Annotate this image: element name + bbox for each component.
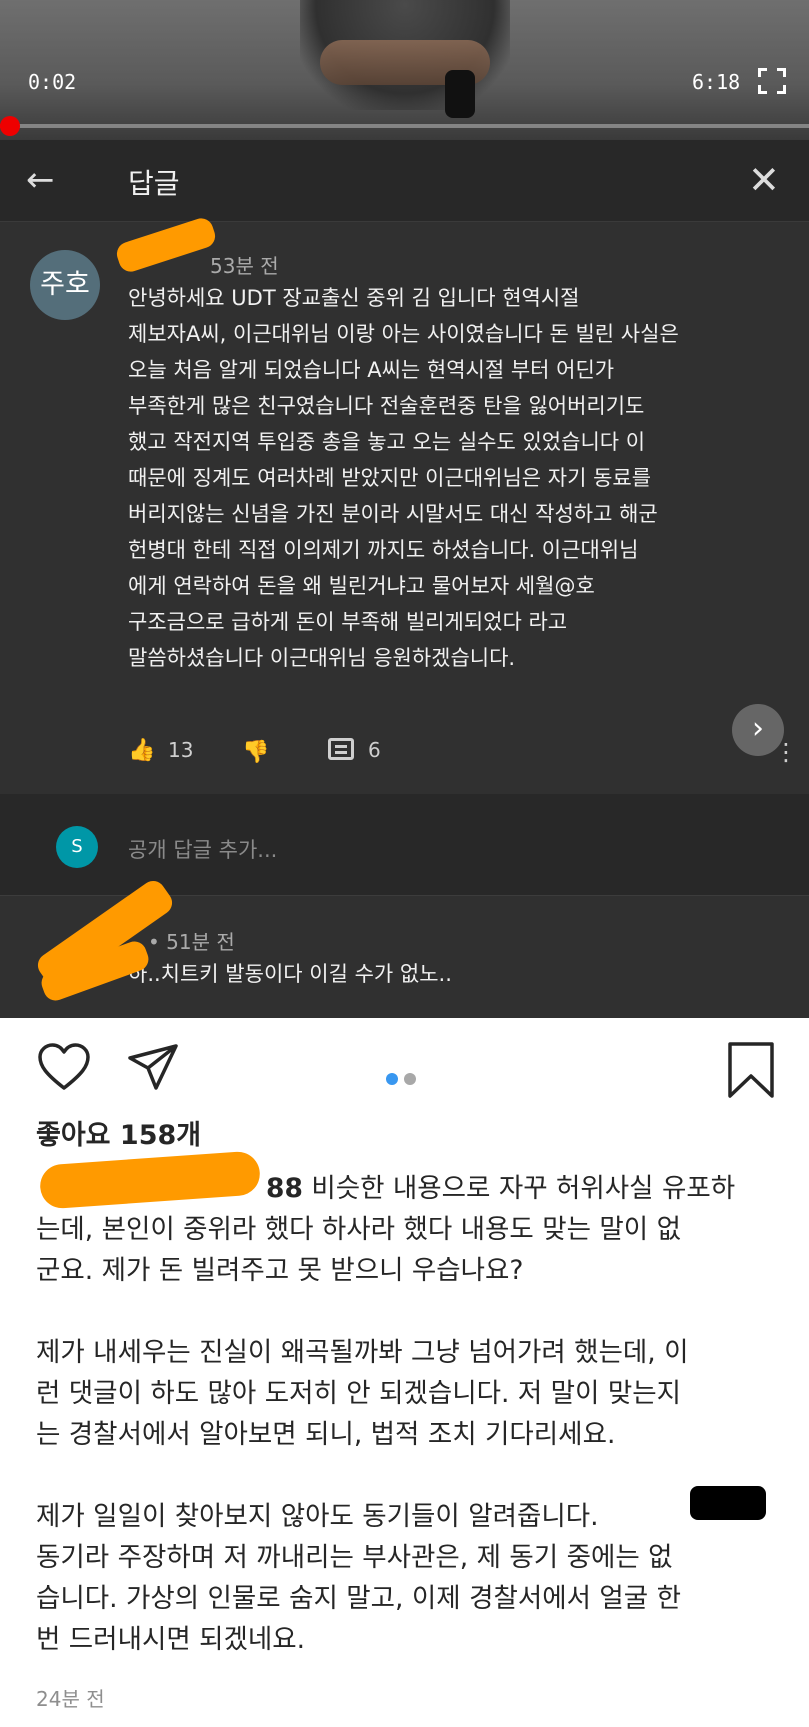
top-comment: 주호 53분 전 안녕하세요 UDT 장교출신 중위 김 입니다 현역시절 제보… <box>0 215 809 794</box>
fullscreen-icon[interactable] <box>758 68 786 94</box>
reply-icon[interactable] <box>328 738 354 760</box>
reply-count: 6 <box>368 738 381 762</box>
video-current-time: 0:02 <box>28 70 77 94</box>
post-action-bar <box>0 1018 809 1128</box>
chevron-right-icon[interactable]: › <box>732 704 784 756</box>
video-duration: 6:18 <box>692 70 741 94</box>
reply-time: • 51분 전 <box>148 930 235 954</box>
comment-line: 구조금으로 급하게 돈이 부족해 빌리게되었다 라고 <box>128 610 568 634</box>
post-caption: 88 비슷한 내용으로 자꾸 허위사실 유포하 는데, 본인이 중위라 했다 하… <box>36 1168 776 1660</box>
comment-line: 제보자A씨, 이근대위님 이랑 아는 사이였습니다 돈 빌린 사실은 <box>128 322 679 346</box>
comment-line: 오늘 처음 알게 되었습니다 A씨는 현역시절 부터 어딘가 <box>128 358 615 382</box>
comment-body: 안녕하세요 UDT 장교출신 중위 김 입니다 현역시절 제보자A씨, 이근대위… <box>128 280 778 676</box>
carousel-dot-active <box>386 1073 398 1085</box>
thumbs-down-icon[interactable]: 👍 <box>242 738 269 763</box>
comment-line: 부족한게 많은 친구였습니다 전술훈련중 탄을 잃어버리기도 <box>128 394 645 418</box>
carousel-indicator <box>386 1070 422 1089</box>
heart-icon[interactable] <box>36 1040 92 1096</box>
close-icon[interactable]: ✕ <box>748 158 780 202</box>
thumbs-up-icon[interactable]: 👍 <box>128 738 155 763</box>
caption-line: 동기라 주장하며 저 까내리는 부사관은, 제 동기 중에는 없 <box>36 1542 673 1573</box>
caption-line: 런 댓글이 하도 많아 도저히 안 되겠습니다. 저 말이 맞는지 <box>36 1378 681 1409</box>
caption-line: 제가 내세우는 진실이 왜곡될까봐 그냥 넘어가려 했는데, 이 <box>36 1337 689 1368</box>
redaction-mark-black <box>690 1486 766 1520</box>
comment-line: 때문에 징계도 여러차례 받았지만 이근대위님은 자기 동료를 <box>128 466 652 490</box>
bookmark-icon[interactable] <box>726 1040 776 1100</box>
reply-comment: • 51분 전 하..치트키 발동이다 이길 수가 없노.. <box>0 876 809 1018</box>
comment-line: 에게 연락하여 돈을 왜 빌린거냐고 물어보자 세월@호 <box>128 574 595 598</box>
caption-line: 는데, 본인이 중위라 했다 하사라 했다 내용도 맞는 말이 없 <box>36 1214 681 1245</box>
add-reply-row[interactable]: S 공개 답글 추가... <box>0 794 809 896</box>
comment-line: 안녕하세요 UDT 장교출신 중위 김 입니다 현역시절 <box>128 286 580 310</box>
reply-text: 하..치트키 발동이다 이길 수가 없노.. <box>128 962 452 986</box>
comment-line: 했고 작전지역 투입중 총을 놓고 오는 실수도 있었습니다 이 <box>128 430 646 454</box>
comment-line: 헌병대 한테 직접 이의제기 까지도 하셨습니다. 이근대위님 <box>128 538 639 562</box>
reply-input[interactable]: 공개 답글 추가... <box>128 834 277 864</box>
video-player[interactable]: 0:02 6:18 <box>0 0 809 140</box>
video-frame-watch <box>445 70 475 118</box>
share-icon[interactable] <box>126 1040 182 1096</box>
like-count: 13 <box>168 738 194 762</box>
video-scrubber-handle[interactable] <box>0 116 20 136</box>
comment-line: 버리지않는 신념을 가진 분이라 시말서도 대신 작성하고 해군 <box>128 502 658 526</box>
back-arrow-icon[interactable]: ← <box>26 160 66 200</box>
caption-text: 비슷한 내용으로 자꾸 허위사실 유포하 <box>302 1173 736 1204</box>
comment-line: 말씀하셨습니다 이근대위님 응원하겠습니다. <box>128 646 516 670</box>
replies-title: 답글 <box>128 167 180 200</box>
carousel-dot <box>404 1073 416 1085</box>
like-count-label[interactable]: 좋아요 158개 <box>36 1113 201 1152</box>
caption-line: 습니다. 가상의 인물로 숨지 말고, 이제 경찰서에서 얼굴 한 <box>36 1583 681 1614</box>
post-timestamp: 24분 전 <box>36 1687 105 1711</box>
caption-line: 군요. 제가 돈 빌려주고 못 받으니 우습나요? <box>36 1255 524 1286</box>
avatar: S <box>56 826 98 868</box>
redaction-mark <box>113 215 219 275</box>
embedded-video-screenshot: 0:02 6:18 ← 답글 ✕ 주호 53분 전 안녕하세요 UDT 장교출신… <box>0 0 809 1018</box>
replies-header: ← 답글 ✕ <box>0 140 809 222</box>
caption-line: 번 드러내시면 되겠네요. <box>36 1624 306 1655</box>
comment-time: 53분 전 <box>210 254 279 278</box>
video-progress-bar[interactable] <box>0 124 809 128</box>
caption-line: 는 경찰서에서 알아보면 되니, 법적 조치 기다리세요. <box>36 1419 616 1450</box>
avatar[interactable]: 주호 <box>30 250 100 320</box>
caption-line: 제가 일일이 찾아보지 않아도 동기들이 알려줍니다. <box>36 1501 599 1532</box>
